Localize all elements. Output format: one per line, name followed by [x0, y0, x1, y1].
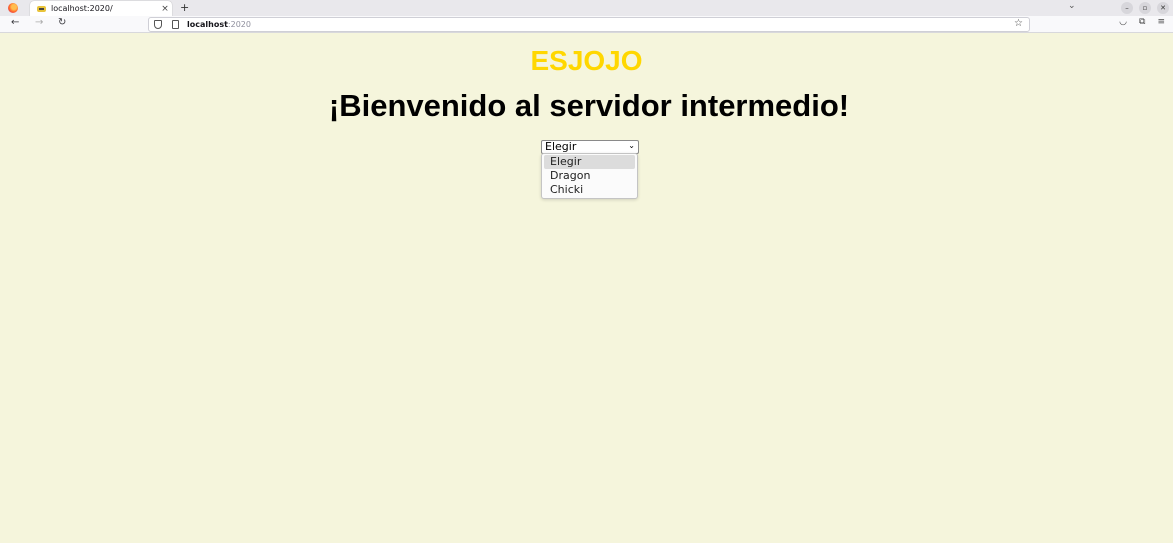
forward-icon[interactable]: →	[35, 17, 43, 28]
tab-favicon-icon	[37, 5, 46, 12]
option-dragon[interactable]: Dragon	[544, 169, 635, 183]
option-select[interactable]: Elegir ⌄	[541, 140, 639, 154]
extensions-icon[interactable]: ⧉	[1139, 17, 1145, 27]
bookmark-star-icon[interactable]: ☆	[1014, 17, 1023, 30]
list-all-tabs-icon[interactable]: ⌄	[1068, 1, 1076, 11]
reload-icon[interactable]: ↻	[58, 17, 66, 28]
nav-toolbar: ← → ↻ localhost:2020 ☆ ◡ ⧉ ≡	[0, 16, 1173, 33]
tab-strip: localhost:2020/ × + ⌄ – ▫ ✕	[0, 0, 1173, 16]
back-icon[interactable]: ←	[11, 17, 19, 28]
url-port: :2020	[227, 20, 251, 29]
url-text[interactable]: localhost:2020	[187, 18, 251, 31]
select-dropdown: Elegir Dragon Chicki	[541, 153, 638, 199]
shield-icon[interactable]	[154, 20, 162, 29]
page-content: ESJOJO ¡Bienvenido al servidor intermedi…	[0, 33, 1173, 543]
browser-tab[interactable]: localhost:2020/ ×	[30, 1, 172, 16]
close-icon[interactable]: ✕	[1157, 2, 1169, 14]
url-bar[interactable]: localhost:2020 ☆	[148, 17, 1030, 32]
new-tab-button[interactable]: +	[180, 1, 189, 14]
option-elegir[interactable]: Elegir	[544, 155, 635, 169]
option-chicki[interactable]: Chicki	[544, 183, 635, 197]
page-icon[interactable]	[172, 20, 179, 29]
firefox-logo-icon[interactable]	[8, 3, 18, 13]
pocket-icon[interactable]: ◡	[1119, 17, 1127, 27]
url-host: localhost	[187, 20, 228, 29]
brand-title: ESJOJO	[530, 45, 643, 76]
select-value: Elegir	[545, 140, 577, 153]
window-controls: – ▫ ✕	[1121, 2, 1169, 14]
tab-title: localhost:2020/	[51, 4, 113, 13]
welcome-heading: ¡Bienvenido al servidor intermedio!	[328, 88, 850, 123]
tab-close-icon[interactable]: ×	[158, 4, 172, 14]
restore-icon[interactable]: ▫	[1139, 2, 1151, 14]
minimize-icon[interactable]: –	[1121, 2, 1133, 14]
chevron-down-icon: ⌄	[628, 141, 635, 150]
menu-icon[interactable]: ≡	[1157, 17, 1165, 27]
toolbar-right: ◡ ⧉ ≡	[1119, 17, 1165, 27]
